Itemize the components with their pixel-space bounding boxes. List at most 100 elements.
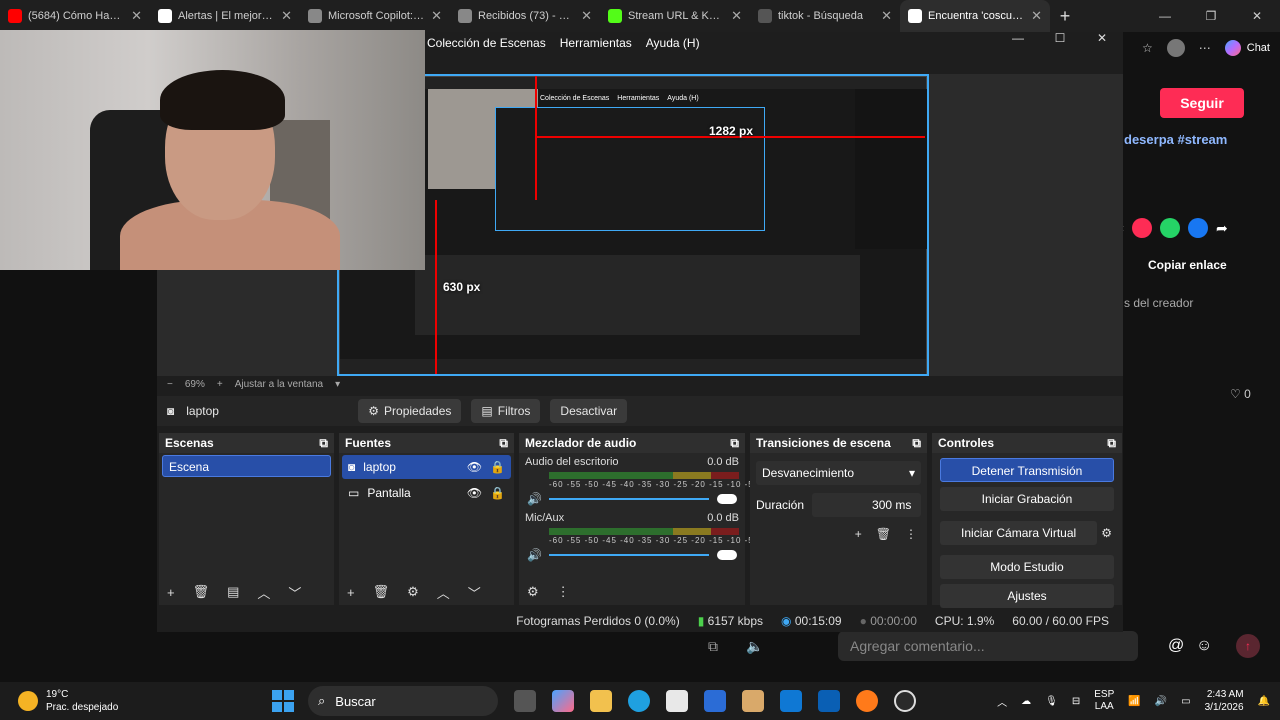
studio-mode-button[interactable]: Modo Estudio	[940, 555, 1114, 579]
browser-tab[interactable]: Alertas | El mejor soft ✕	[150, 0, 300, 32]
gear-icon[interactable]: ⚙	[407, 584, 419, 600]
add-icon[interactable]: +	[855, 527, 862, 541]
close-icon[interactable]: ✕	[1031, 8, 1042, 24]
pip-icon[interactable]: ⧉	[708, 638, 718, 655]
volume-slider[interactable]: 🔊	[527, 548, 739, 562]
close-window-icon[interactable]: ✕	[1234, 0, 1280, 32]
maximize-icon[interactable]: ☐	[1039, 32, 1081, 44]
device-icon[interactable]: ⊟	[1072, 696, 1080, 707]
obs-icon[interactable]	[894, 690, 916, 712]
speaker-icon[interactable]: 🔊	[527, 492, 542, 506]
source-item-pantalla[interactable]: ▭ Pantalla 👁 🔒	[342, 481, 511, 505]
eye-icon[interactable]: 👁	[467, 486, 482, 500]
close-icon[interactable]: ✕	[881, 8, 892, 24]
language-indicator[interactable]: ESP LAA	[1094, 689, 1114, 713]
share-red-icon[interactable]	[1132, 218, 1152, 238]
browser-tab[interactable]: Microsoft Copilot: tu ✕	[300, 0, 450, 32]
facebook-icon[interactable]	[1188, 218, 1208, 238]
minimize-icon[interactable]: —	[1142, 0, 1188, 32]
volume-icon[interactable]: 🔊	[1155, 696, 1167, 707]
comment-input[interactable]: Agregar comentario...	[838, 631, 1138, 661]
file-explorer-icon[interactable]	[590, 690, 612, 712]
copilot-chat-button[interactable]: Chat	[1224, 40, 1270, 56]
browser-tab[interactable]: tiktok - Búsqueda ✕	[750, 0, 900, 32]
mention-icon[interactable]: @	[1168, 637, 1184, 655]
browser-tab[interactable]: Stream URL & Key - K✕	[600, 0, 750, 32]
eye-icon[interactable]: 👁	[467, 460, 482, 474]
firefox-icon[interactable]	[856, 690, 878, 712]
whatsapp-icon[interactable]	[1160, 218, 1180, 238]
profile-icon[interactable]	[1166, 39, 1185, 57]
close-window-icon[interactable]: ✕	[1081, 32, 1123, 44]
lock-icon[interactable]: 🔒	[490, 460, 505, 474]
emoji-icon[interactable]: ☺	[1196, 637, 1212, 655]
menu-scene-collection[interactable]: Colección de Escenas	[427, 36, 546, 50]
chevron-up-icon[interactable]: ︿	[257, 583, 270, 602]
undock-icon[interactable]: ⧉	[1107, 436, 1116, 451]
trash-icon[interactable]: 🗑	[373, 584, 390, 600]
undock-icon[interactable]: ⧉	[912, 436, 921, 451]
undock-icon[interactable]: ⧉	[730, 436, 739, 451]
onedrive-icon[interactable]: ☁	[1021, 696, 1031, 707]
undock-icon[interactable]: ⧉	[319, 436, 328, 451]
windows-start-icon[interactable]	[272, 690, 294, 712]
visual-studio-icon[interactable]	[704, 690, 726, 712]
chevron-down-icon[interactable]: ﹀	[468, 583, 481, 602]
edge-icon[interactable]	[628, 690, 650, 712]
video-hashtag[interactable]: deserpa #stream	[1124, 132, 1227, 147]
close-icon[interactable]: ✕	[581, 8, 592, 24]
likes-count[interactable]: ♡ 0	[1230, 387, 1251, 401]
mixer-settings-icon[interactable]: ⚙	[527, 584, 539, 600]
volume-icon[interactable]: 🔈	[746, 638, 763, 655]
menu-tools[interactable]: Herramientas	[560, 36, 632, 50]
add-icon[interactable]: +	[167, 585, 175, 600]
stop-stream-button[interactable]: Detener Transmisión	[940, 458, 1114, 482]
chevron-up-icon[interactable]: ︿	[997, 694, 1007, 709]
undock-icon[interactable]: ⧉	[499, 436, 508, 451]
favorites-icon[interactable]: ☆	[1142, 41, 1153, 55]
lock-icon[interactable]: 🔒	[490, 486, 505, 500]
more-icon[interactable]: ⋯	[1199, 41, 1211, 55]
scene-item[interactable]: Escena	[162, 455, 331, 477]
browser-tab-active[interactable]: Encuentra 'coscu la v ✕	[900, 0, 1050, 32]
chevron-down-icon[interactable]: ﹀	[288, 583, 301, 602]
close-icon[interactable]: ✕	[131, 8, 142, 24]
close-icon[interactable]: ✕	[431, 8, 442, 24]
follow-button[interactable]: Seguir	[1160, 88, 1244, 118]
properties-button[interactable]: ⚙ Propiedades	[358, 399, 462, 423]
more-icon[interactable]: ⋮	[557, 584, 570, 600]
trash-icon[interactable]: 🗑	[876, 527, 891, 541]
zoom-in-button[interactable]: +	[217, 379, 223, 390]
start-recording-button[interactable]: Iniciar Grabación	[940, 487, 1114, 511]
copilot-icon[interactable]	[552, 690, 574, 712]
share-arrow-icon[interactable]: ➦	[1216, 220, 1228, 237]
speaker-icon[interactable]: 🔊	[527, 548, 542, 562]
microphone-icon[interactable]: 🎙	[1045, 696, 1058, 707]
gear-icon[interactable]: ⚙	[1101, 526, 1112, 540]
fit-to-window[interactable]: Ajustar a la ventana	[235, 379, 323, 390]
zoom-out-button[interactable]: −	[167, 379, 173, 390]
menu-help[interactable]: Ayuda (H)	[646, 36, 700, 50]
copy-link-button[interactable]: Copiar enlace	[1148, 258, 1227, 272]
wifi-icon[interactable]: 📶	[1128, 696, 1140, 707]
browser-tab[interactable]: Recibidos (73) - np4 ✕	[450, 0, 600, 32]
deactivate-button[interactable]: Desactivar	[550, 399, 628, 423]
new-tab-button[interactable]: +	[1050, 6, 1080, 27]
outlook-icon[interactable]	[780, 690, 802, 712]
volume-slider[interactable]: 🔊	[527, 492, 739, 506]
chevron-up-icon[interactable]: ︿	[437, 583, 450, 602]
filter-icon[interactable]: ▤	[227, 584, 239, 600]
send-icon[interactable]: ↑	[1236, 634, 1260, 658]
browser-tab[interactable]: (5684) Cómo Hacer S ✕	[0, 0, 150, 32]
source-item-laptop[interactable]: ◙ laptop 👁 🔒	[342, 455, 511, 479]
taskview-icon[interactable]	[514, 690, 536, 712]
close-icon[interactable]: ✕	[731, 8, 742, 24]
close-icon[interactable]: ✕	[281, 8, 292, 24]
store-icon[interactable]	[666, 690, 688, 712]
notification-icon[interactable]: 🔔	[1258, 696, 1270, 707]
trash-icon[interactable]: 🗑	[193, 584, 210, 600]
mail-icon[interactable]	[818, 690, 840, 712]
add-icon[interactable]: +	[347, 585, 355, 600]
chevron-down-icon[interactable]: ▾	[335, 379, 340, 390]
settings-button[interactable]: Ajustes	[940, 584, 1114, 608]
